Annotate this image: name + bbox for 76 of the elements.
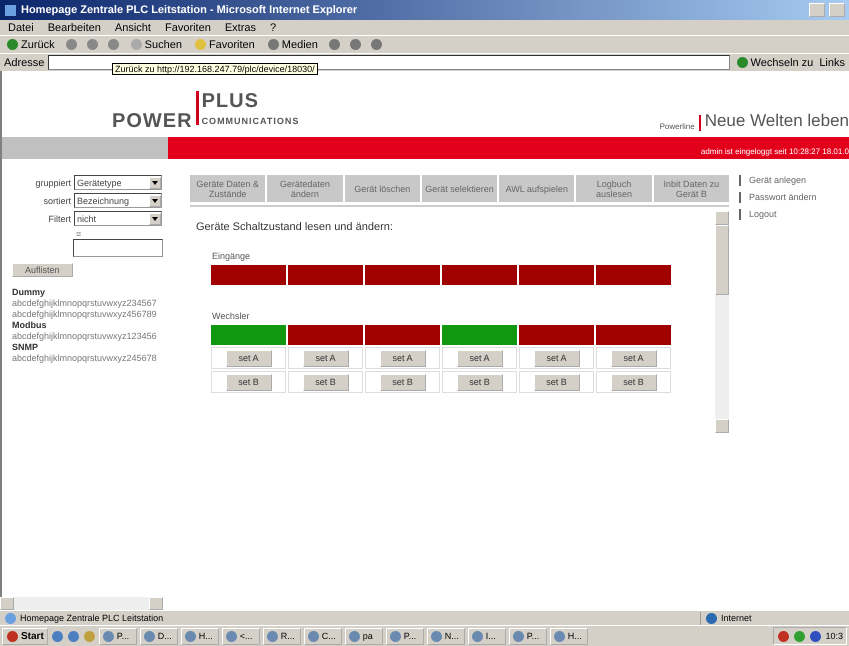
menu-item[interactable]: Bearbeiten <box>46 22 103 34</box>
dropdown-arrow-icon <box>152 216 158 220</box>
section-title: Geräte Schaltzustand lesen und ändern: <box>196 221 394 233</box>
tooltip: Zurück zu http://192.168.247.79/plc/device/18030/ <box>112 63 318 75</box>
set-button[interactable]: set B <box>456 374 502 390</box>
side-link[interactable]: Logout <box>739 209 817 220</box>
dropdown[interactable]: Gerätetype <box>74 175 162 190</box>
set-button[interactable]: set A <box>534 350 580 366</box>
media-button[interactable]: Medien <box>264 38 320 51</box>
menu-item[interactable]: Datei <box>6 22 36 34</box>
set-button[interactable]: set B <box>302 374 348 390</box>
taskbar-item[interactable]: D... <box>140 628 178 644</box>
window-title: Homepage Zentrale PLC Leitstation - Microsoft Internet Explorer <box>21 4 358 16</box>
search-button[interactable]: Suchen <box>128 38 184 51</box>
filter-label: gruppiert <box>35 178 71 188</box>
dropdown[interactable]: Bezeichnung <box>74 193 162 208</box>
taskbar-item[interactable]: P... <box>508 628 547 644</box>
device-group: SNMP <box>12 342 184 353</box>
taskbar-item[interactable]: I... <box>468 628 506 644</box>
back-button[interactable]: Zurück <box>4 38 57 51</box>
taskbar-item[interactable]: H... <box>550 628 588 644</box>
device-link[interactable]: abcdefghijklmnopqrstuvwxyz456789 <box>12 309 184 320</box>
maximize-button[interactable] <box>829 3 845 17</box>
tagline-prefix: Powerline <box>660 122 695 131</box>
taskbar-item[interactable]: P... <box>386 628 424 644</box>
login-status: admin ist eingeloggt seit 10:28:27 18.01.0 <box>168 137 849 159</box>
set-button[interactable]: set B <box>226 374 272 390</box>
set-button[interactable]: set B <box>534 374 580 390</box>
start-button[interactable]: Start <box>2 628 48 644</box>
filter-label: Filtert <box>48 214 71 224</box>
device-group: Dummy <box>12 287 184 298</box>
filter-label: sortiert <box>43 196 71 206</box>
filter-field[interactable] <box>73 239 163 257</box>
taskbar-item[interactable]: pa <box>344 628 383 644</box>
set-button[interactable]: set A <box>226 350 272 366</box>
taskbar-item[interactable]: <... <box>222 628 260 644</box>
favorites-button[interactable]: Favoriten <box>192 38 257 51</box>
group-label: Eingänge <box>212 251 252 261</box>
status-text: Homepage Zentrale PLC Leitstation <box>20 613 164 623</box>
set-button[interactable]: set A <box>302 350 348 366</box>
menu-item[interactable]: Ansicht <box>112 22 153 34</box>
dropdown-arrow-icon <box>152 198 158 202</box>
address-label: Adresse <box>4 56 44 68</box>
tagline: Neue Welten leben <box>704 111 849 131</box>
group-label: Wechsler <box>212 311 250 321</box>
device-link[interactable]: abcdefghijklmnopqrstuvwxyz245678 <box>12 353 184 364</box>
device-link[interactable]: abcdefghijklmnopqrstuvwxyz234567 <box>12 298 184 309</box>
minimize-button[interactable] <box>809 3 825 17</box>
clock: 10:3 <box>825 631 843 641</box>
menu-item[interactable]: Extras <box>222 22 258 34</box>
device-link[interactable]: abcdefghijklmnopqrstuvwxyz123456 <box>12 331 184 342</box>
set-button[interactable]: set B <box>380 374 426 390</box>
taskbar-item[interactable]: R... <box>262 628 301 644</box>
taskbar-item[interactable]: H... <box>180 628 219 644</box>
side-link[interactable]: Passwort ändern <box>739 192 817 203</box>
scrollbar[interactable] <box>715 211 729 433</box>
set-button[interactable]: set A <box>610 350 656 366</box>
menu-item[interactable]: Favoriten <box>162 22 213 34</box>
set-button[interactable]: set A <box>456 350 502 366</box>
taskbar-item[interactable]: C... <box>304 628 342 644</box>
set-button[interactable]: set B <box>610 374 656 390</box>
dropdown-arrow-icon <box>152 180 158 184</box>
taskbar-item[interactable]: P... <box>98 628 137 644</box>
dropdown[interactable]: nicht <box>74 211 162 226</box>
set-button[interactable]: set A <box>380 350 426 366</box>
side-link[interactable]: Gerät anlegen <box>739 175 817 186</box>
equals-label: = <box>76 229 82 239</box>
links-button[interactable]: Links <box>819 56 845 68</box>
menu-item[interactable]: ? <box>268 22 278 34</box>
zone-label: Internet <box>721 613 752 623</box>
list-button[interactable]: Auflisten <box>12 263 73 277</box>
logo: POWER PLUS COMMUNICATIONS <box>112 91 300 131</box>
device-group: Modbus <box>12 320 184 331</box>
go-button[interactable]: Wechseln zu <box>734 56 816 69</box>
horizontal-scrollbar[interactable] <box>0 597 849 610</box>
taskbar-item[interactable]: N... <box>426 628 465 644</box>
